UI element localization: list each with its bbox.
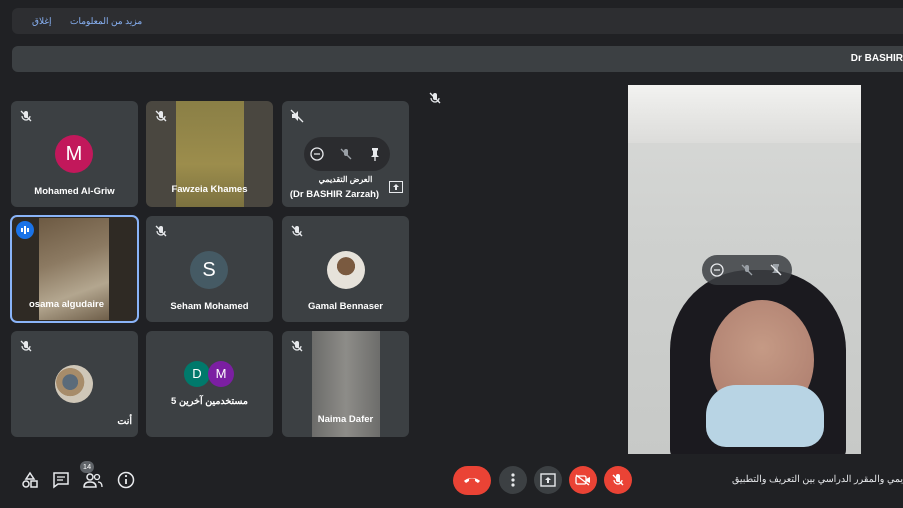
- mic-off-icon: [429, 92, 441, 104]
- people-icon[interactable]: [83, 470, 103, 490]
- volume-off-icon: [290, 109, 304, 123]
- participant-name: Mohamed Al-Griw: [34, 186, 115, 197]
- mic-off-icon: [155, 110, 167, 122]
- avatar-photo: [327, 251, 365, 289]
- avatar: M: [55, 135, 93, 173]
- speaking-indicator-icon: [16, 221, 34, 239]
- chat-icon[interactable]: [51, 470, 71, 490]
- activities-icon[interactable]: [20, 470, 40, 490]
- info-icon[interactable]: [116, 470, 136, 490]
- avatar: S: [190, 251, 228, 289]
- pin-icon[interactable]: [368, 147, 382, 161]
- participant-tile[interactable]: Gamal Bennaser: [282, 216, 409, 322]
- participant-tile-active[interactable]: osama algudaire: [10, 215, 139, 323]
- main-video[interactable]: [628, 85, 861, 454]
- participant-tile[interactable]: Naima Dafer: [282, 331, 409, 437]
- avatar: M: [208, 361, 234, 387]
- mic-off-icon: [612, 474, 624, 486]
- present-icon: [540, 473, 556, 487]
- mic-off-icon: [155, 225, 167, 237]
- minimize-icon[interactable]: [710, 263, 724, 277]
- participant-tile[interactable]: M Mohamed Al-Griw: [11, 101, 138, 207]
- info-banner: إغلاق مزيد من المعلومات: [12, 8, 903, 34]
- participant-name: osama algudaire: [29, 299, 104, 310]
- camera-off-icon: [575, 474, 590, 486]
- participant-tile[interactable]: S Seham Mohamed: [146, 216, 273, 322]
- more-info-link[interactable]: مزيد من المعلومات: [70, 8, 142, 34]
- pin-icon[interactable]: [769, 263, 783, 277]
- participant-tile[interactable]: D M 5 مستخدمين آخرين: [146, 331, 273, 437]
- participant-name: Seham Mohamed: [170, 301, 249, 312]
- avatar: D: [184, 361, 210, 387]
- participant-tile[interactable]: Fawzeia Khames: [146, 101, 273, 207]
- avatar-photo: [55, 365, 93, 403]
- participant-name: Gamal Bennaser: [308, 301, 383, 312]
- participant-name: Fawzeia Khames: [171, 184, 248, 195]
- mute-icon[interactable]: [339, 147, 353, 161]
- mic-off-icon: [20, 110, 32, 122]
- video-mask: [706, 385, 824, 447]
- presenter-name: Dr BASHIR: [850, 53, 903, 64]
- mic-toggle-button[interactable]: [604, 466, 632, 494]
- minimize-icon[interactable]: [310, 147, 324, 161]
- leave-call-button[interactable]: [453, 466, 491, 495]
- tile-controls: [304, 137, 390, 171]
- video-background: [628, 85, 861, 143]
- present-icon: [389, 181, 403, 193]
- participant-name: Naima Dafer: [317, 414, 374, 425]
- mute-icon[interactable]: [740, 263, 754, 277]
- video-controls: [702, 255, 792, 285]
- presentation-tile[interactable]: العرض التقديمي (Dr BASHIR Zarzah): [282, 101, 409, 207]
- mic-off-icon: [291, 225, 303, 237]
- mic-off-icon: [291, 340, 303, 352]
- other-participants-label: 5 مستخدمين آخرين: [171, 396, 248, 407]
- close-button[interactable]: إغلاق: [32, 8, 52, 34]
- top-bar: إغلاق مزيد من المعلومات: [0, 0, 903, 44]
- participant-name: أنت: [117, 416, 132, 427]
- present-now-button[interactable]: [534, 466, 562, 494]
- presenter-label: (Dr BASHIR Zarzah): [289, 189, 380, 200]
- presenter-bar: Dr BASHIR: [12, 46, 903, 72]
- participant-tile[interactable]: أنت: [11, 331, 138, 437]
- meeting-title: يمي والمقرر الدراسي بين التعريف والتطبيق: [731, 474, 903, 485]
- mic-off-icon: [20, 340, 32, 352]
- camera-toggle-button[interactable]: [569, 466, 597, 494]
- more-vert-icon: [511, 473, 515, 487]
- hangup-icon: [464, 478, 480, 483]
- people-count-badge: 14: [80, 461, 94, 473]
- more-options-button[interactable]: [499, 466, 527, 494]
